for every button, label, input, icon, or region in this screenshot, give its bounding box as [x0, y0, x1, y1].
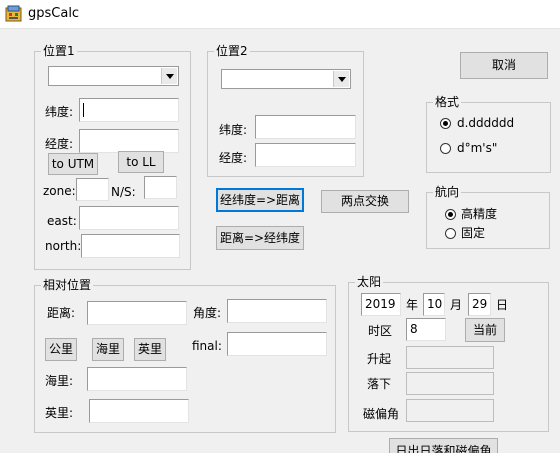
format-option-decimal[interactable]: d.dddddd [457, 115, 514, 131]
sunrise-label: 升起 [367, 352, 392, 366]
heading-option-precise[interactable]: 高精度 [461, 206, 497, 222]
zone-label: zone: [43, 184, 76, 198]
north-input[interactable] [81, 234, 180, 258]
angle-label: 角度: [193, 306, 222, 320]
heading-radio-precise[interactable] [445, 209, 456, 220]
pos1-lat-input[interactable] [79, 98, 179, 122]
distance-label: 距离: [47, 306, 76, 320]
nautical-mile-button[interactable]: 海里 [92, 338, 124, 361]
nautical-mile-label: 海里: [45, 374, 74, 388]
pos2-lon-input[interactable] [255, 143, 356, 167]
distance-input[interactable] [87, 301, 187, 325]
app-icon [5, 5, 22, 22]
swap-points-button[interactable]: 两点交换 [321, 190, 409, 213]
pos1-lon-input[interactable] [79, 129, 179, 153]
sunrise-output [406, 346, 494, 369]
nautical-mile-input[interactable] [87, 367, 187, 391]
day-unit: 日 [496, 298, 509, 312]
heading-option-fixed[interactable]: 固定 [461, 225, 485, 241]
north-label: north: [45, 239, 82, 253]
timezone-label: 时区 [368, 324, 393, 338]
distance-to-latlon-button[interactable]: 距离=>经纬度 [216, 226, 304, 250]
heading-title: 航向 [433, 184, 462, 200]
position1-title: 位置1 [41, 43, 77, 59]
pos2-lat-input[interactable] [255, 115, 356, 139]
ns-input[interactable] [144, 176, 177, 199]
mile-input[interactable] [89, 399, 189, 423]
month-unit: 月 [450, 298, 463, 312]
format-radio-decimal[interactable] [440, 118, 451, 129]
east-input[interactable] [79, 206, 179, 230]
mile-button[interactable]: 英里 [134, 338, 166, 361]
now-button[interactable]: 当前 [465, 318, 505, 342]
final-label: final: [192, 339, 222, 353]
sun-title: 太阳 [355, 274, 384, 290]
latlon-to-distance-button[interactable]: 经纬度=>距离 [216, 188, 304, 212]
position2-title: 位置2 [214, 43, 250, 59]
year-input[interactable]: 2019 [361, 293, 401, 316]
timezone-input[interactable]: 8 [406, 318, 446, 341]
position2-select[interactable] [221, 69, 351, 89]
pos1-lat-label: 纬度: [45, 105, 74, 119]
window-title: gpsCalc [28, 6, 80, 21]
heading-radio-fixed[interactable] [445, 228, 456, 239]
angle-input[interactable] [227, 299, 327, 323]
format-group: 格式 [426, 94, 551, 173]
final-input[interactable] [227, 332, 327, 356]
sunset-output [406, 372, 494, 395]
zone-input[interactable] [76, 178, 109, 201]
cancel-button[interactable]: 取消 [460, 52, 548, 79]
year-unit: 年 [406, 298, 419, 312]
chevron-down-icon[interactable] [161, 68, 177, 84]
format-title: 格式 [433, 94, 462, 110]
title-bar: gpsCalc [0, 0, 560, 29]
declination-label: 磁偏角 [363, 407, 400, 421]
position1-select[interactable] [48, 66, 179, 86]
to-ll-button[interactable]: to LL [118, 151, 164, 173]
km-button[interactable]: 公里 [45, 338, 77, 361]
pos2-lat-label: 纬度: [219, 123, 248, 137]
sunset-label: 落下 [367, 377, 392, 391]
format-option-dms[interactable]: d°m's" [457, 140, 497, 156]
sunrise-sunset-declination-button[interactable]: 日出日落和磁偏角 [389, 438, 498, 453]
pos1-lon-label: 经度: [45, 137, 74, 151]
relative-position-title: 相对位置 [41, 277, 94, 293]
to-utm-button[interactable]: to UTM [48, 153, 98, 175]
ns-label: N/S: [111, 185, 136, 199]
text-cursor [83, 103, 84, 117]
format-radio-dms[interactable] [440, 143, 451, 154]
chevron-down-icon[interactable] [333, 71, 349, 87]
month-input[interactable]: 10 [423, 293, 445, 316]
pos2-lon-label: 经度: [219, 151, 248, 165]
mile-label: 英里: [45, 406, 74, 420]
day-input[interactable]: 29 [468, 293, 491, 316]
east-label: east: [47, 214, 77, 228]
declination-output [406, 399, 494, 422]
